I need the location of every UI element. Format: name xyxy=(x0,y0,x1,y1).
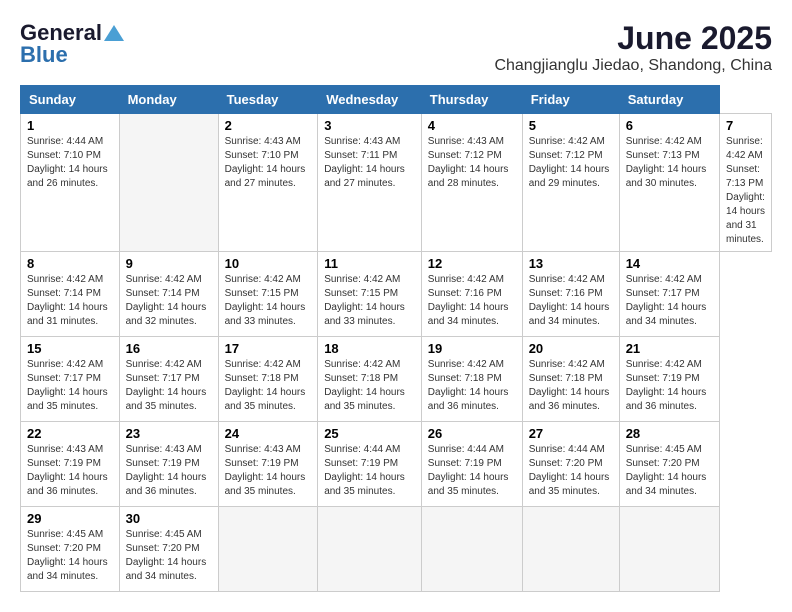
calendar-table: SundayMondayTuesdayWednesdayThursdayFrid… xyxy=(20,85,772,592)
page-header: General Blue June 2025 Changjianglu Jied… xyxy=(20,20,772,75)
day-cell: 17Sunrise: 4:42 AMSunset: 7:18 PMDayligh… xyxy=(218,337,318,422)
day-header-saturday: Saturday xyxy=(619,86,719,114)
day-cell: 26Sunrise: 4:44 AMSunset: 7:19 PMDayligh… xyxy=(421,422,522,507)
day-cell: 5Sunrise: 4:42 AMSunset: 7:12 PMDaylight… xyxy=(522,114,619,252)
week-row-2: 8Sunrise: 4:42 AMSunset: 7:14 PMDaylight… xyxy=(21,252,772,337)
day-cell: 28Sunrise: 4:45 AMSunset: 7:20 PMDayligh… xyxy=(619,422,719,507)
day-cell: 7Sunrise: 4:42 AMSunset: 7:13 PMDaylight… xyxy=(720,114,772,252)
day-cell xyxy=(218,507,318,592)
day-cell: 11Sunrise: 4:42 AMSunset: 7:15 PMDayligh… xyxy=(318,252,422,337)
day-cell xyxy=(119,114,218,252)
day-cell: 2Sunrise: 4:43 AMSunset: 7:10 PMDaylight… xyxy=(218,114,318,252)
logo: General Blue xyxy=(20,20,124,68)
day-cell: 16Sunrise: 4:42 AMSunset: 7:17 PMDayligh… xyxy=(119,337,218,422)
week-row-4: 22Sunrise: 4:43 AMSunset: 7:19 PMDayligh… xyxy=(21,422,772,507)
day-1: 1Sunrise: 4:44 AMSunset: 7:10 PMDaylight… xyxy=(21,114,120,252)
day-cell: 22Sunrise: 4:43 AMSunset: 7:19 PMDayligh… xyxy=(21,422,120,507)
title-area: June 2025 Changjianglu Jiedao, Shandong,… xyxy=(494,20,772,75)
month-title: June 2025 xyxy=(494,20,772,57)
day-cell: 18Sunrise: 4:42 AMSunset: 7:18 PMDayligh… xyxy=(318,337,422,422)
day-cell xyxy=(522,507,619,592)
week-row-5: 29Sunrise: 4:45 AMSunset: 7:20 PMDayligh… xyxy=(21,507,772,592)
day-header-wednesday: Wednesday xyxy=(318,86,422,114)
day-cell: 21Sunrise: 4:42 AMSunset: 7:19 PMDayligh… xyxy=(619,337,719,422)
day-cell: 29Sunrise: 4:45 AMSunset: 7:20 PMDayligh… xyxy=(21,507,120,592)
day-cell: 30Sunrise: 4:45 AMSunset: 7:20 PMDayligh… xyxy=(119,507,218,592)
day-cell: 13Sunrise: 4:42 AMSunset: 7:16 PMDayligh… xyxy=(522,252,619,337)
day-cell: 12Sunrise: 4:42 AMSunset: 7:16 PMDayligh… xyxy=(421,252,522,337)
week-row-1: 1Sunrise: 4:44 AMSunset: 7:10 PMDaylight… xyxy=(21,114,772,252)
day-header-sunday: Sunday xyxy=(21,86,120,114)
day-cell: 25Sunrise: 4:44 AMSunset: 7:19 PMDayligh… xyxy=(318,422,422,507)
day-cell: 14Sunrise: 4:42 AMSunset: 7:17 PMDayligh… xyxy=(619,252,719,337)
day-cell: 8Sunrise: 4:42 AMSunset: 7:14 PMDaylight… xyxy=(21,252,120,337)
logo-blue: Blue xyxy=(20,42,68,68)
day-cell: 24Sunrise: 4:43 AMSunset: 7:19 PMDayligh… xyxy=(218,422,318,507)
day-cell: 3Sunrise: 4:43 AMSunset: 7:11 PMDaylight… xyxy=(318,114,422,252)
day-header-monday: Monday xyxy=(119,86,218,114)
day-cell xyxy=(421,507,522,592)
day-cell: 6Sunrise: 4:42 AMSunset: 7:13 PMDaylight… xyxy=(619,114,719,252)
day-cell: 10Sunrise: 4:42 AMSunset: 7:15 PMDayligh… xyxy=(218,252,318,337)
day-cell xyxy=(318,507,422,592)
day-header-friday: Friday xyxy=(522,86,619,114)
day-cell: 27Sunrise: 4:44 AMSunset: 7:20 PMDayligh… xyxy=(522,422,619,507)
day-cell: 9Sunrise: 4:42 AMSunset: 7:14 PMDaylight… xyxy=(119,252,218,337)
day-cell: 15Sunrise: 4:42 AMSunset: 7:17 PMDayligh… xyxy=(21,337,120,422)
day-header-thursday: Thursday xyxy=(421,86,522,114)
day-cell: 23Sunrise: 4:43 AMSunset: 7:19 PMDayligh… xyxy=(119,422,218,507)
day-cell xyxy=(619,507,719,592)
day-cell: 19Sunrise: 4:42 AMSunset: 7:18 PMDayligh… xyxy=(421,337,522,422)
location-subtitle: Changjianglu Jiedao, Shandong, China xyxy=(494,57,772,75)
header-row: SundayMondayTuesdayWednesdayThursdayFrid… xyxy=(21,86,772,114)
day-cell: 4Sunrise: 4:43 AMSunset: 7:12 PMDaylight… xyxy=(421,114,522,252)
day-cell: 20Sunrise: 4:42 AMSunset: 7:18 PMDayligh… xyxy=(522,337,619,422)
logo-icon xyxy=(104,23,124,43)
week-row-3: 15Sunrise: 4:42 AMSunset: 7:17 PMDayligh… xyxy=(21,337,772,422)
day-header-tuesday: Tuesday xyxy=(218,86,318,114)
